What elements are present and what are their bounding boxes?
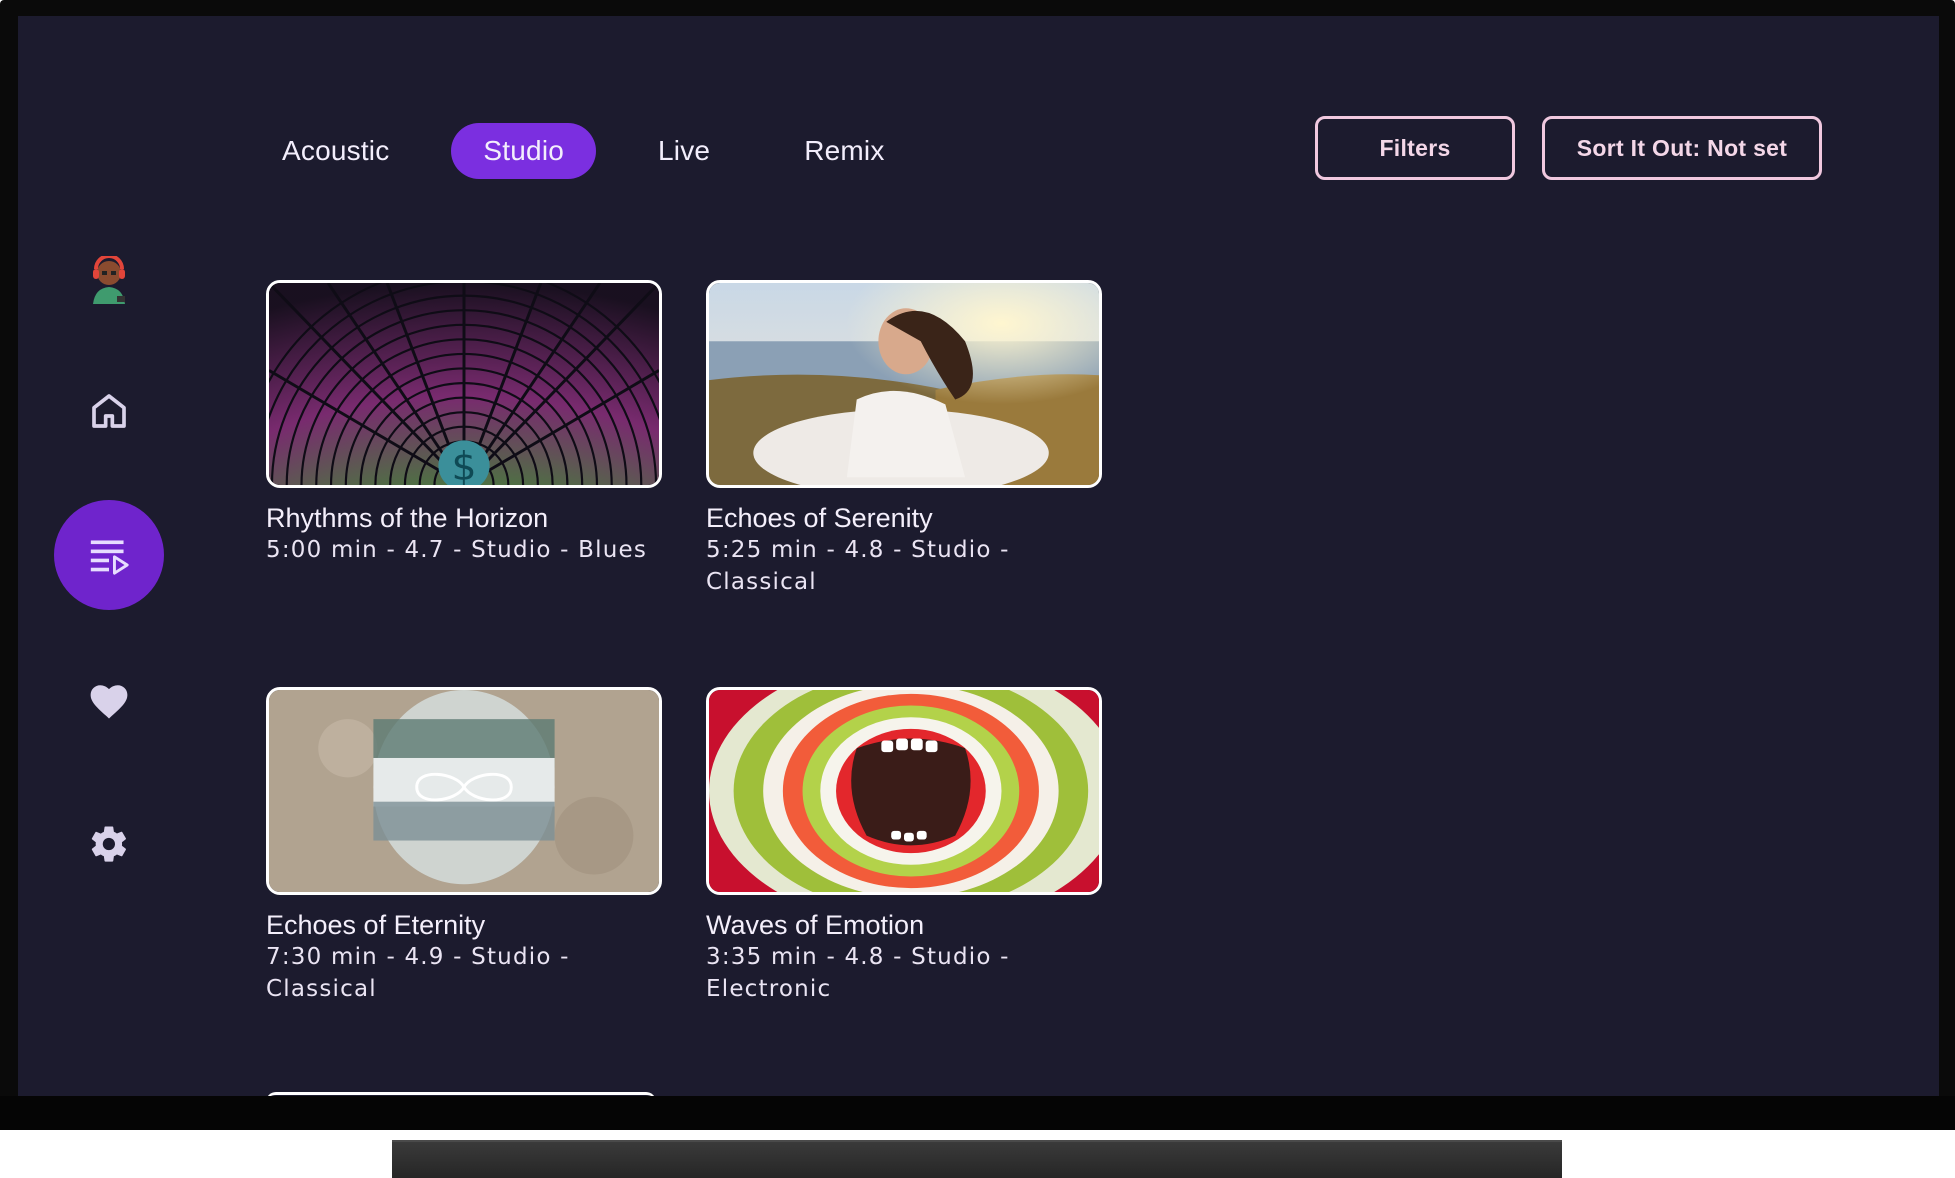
rays-artwork: $ [269, 283, 659, 485]
woman-beach-photo [709, 283, 1099, 485]
track-meta: 7:30 min - 4.9 - Studio - Classical [266, 944, 570, 1002]
gear-icon [91, 826, 126, 862]
playlist-play-icon [90, 540, 129, 575]
infinity-sand-artwork [269, 690, 659, 892]
avatar-icon [93, 256, 125, 304]
sort-button[interactable]: Sort It Out: Not set [1542, 116, 1822, 180]
sidebar-item-home[interactable] [54, 356, 164, 466]
heart-icon [90, 685, 128, 719]
mouth-paper-artwork [709, 690, 1099, 892]
category-tabs: Acoustic Studio Live Remix [250, 122, 947, 180]
track-thumbnail[interactable] [706, 687, 1102, 895]
sidebar-item-settings[interactable] [54, 789, 164, 899]
sidebar-item-favorites[interactable] [54, 646, 164, 756]
track-title: Echoes of Eternity [266, 910, 486, 940]
track-meta: 3:35 min - 4.8 - Studio - Electronic [706, 944, 1010, 1002]
tab-remix[interactable]: Remix [772, 123, 916, 179]
tab-acoustic[interactable]: Acoustic [250, 123, 421, 179]
avatar[interactable] [54, 226, 164, 336]
track-title: Waves of Emotion [706, 910, 925, 940]
tab-live[interactable]: Live [626, 123, 742, 179]
track-card[interactable]: Echoes of Serenity 5:25 min - 4.8 - Stud… [706, 280, 1102, 598]
track-meta: 5:25 min - 4.8 - Studio - Classical [706, 537, 1010, 595]
filters-button[interactable]: Filters [1315, 116, 1515, 180]
track-title: Echoes of Serenity [706, 503, 933, 533]
tv-chin [0, 1096, 1955, 1130]
home-icon [92, 394, 126, 428]
svg-text:$: $ [451, 445, 476, 485]
track-card[interactable]: Waves of Emotion 3:35 min - 4.8 - Studio… [706, 687, 1102, 1005]
track-thumbnail[interactable] [706, 280, 1102, 488]
tv-screen: Acoustic Studio Live Remix Filters Sort … [18, 16, 1939, 1096]
sidebar-item-playlist[interactable] [54, 500, 164, 610]
track-title: Rhythms of the Horizon [266, 503, 549, 533]
tv-stand [392, 1140, 1562, 1178]
track-meta: 5:00 min - 4.7 - Studio - Blues [266, 537, 648, 563]
tab-studio[interactable]: Studio [451, 123, 597, 179]
track-card-partial[interactable] [266, 1092, 656, 1096]
track-card[interactable]: Echoes of Eternity 7:30 min - 4.9 - Stud… [266, 687, 662, 1005]
track-card[interactable]: $ Rhythms of the Horizon 5:00 min - 4.7 … [266, 280, 662, 566]
track-thumbnail[interactable] [266, 687, 662, 895]
track-thumbnail[interactable]: $ [266, 280, 662, 488]
